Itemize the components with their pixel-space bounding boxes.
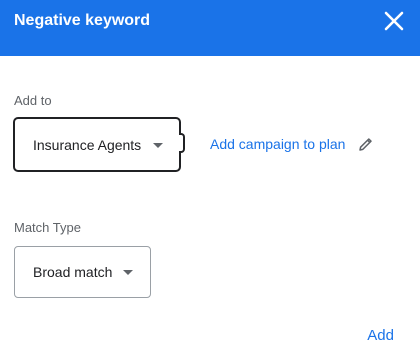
chevron-down-icon bbox=[153, 142, 163, 148]
close-icon bbox=[384, 11, 404, 31]
select-edge-notch bbox=[179, 133, 185, 153]
campaign-select-value: Insurance Agents bbox=[33, 136, 142, 153]
add-to-label: Add to bbox=[14, 93, 52, 108]
edit-button[interactable] bbox=[358, 136, 374, 152]
chevron-down-icon bbox=[123, 270, 133, 275]
pencil-icon bbox=[359, 138, 372, 151]
add-campaign-to-plan-link[interactable]: Add campaign to plan bbox=[210, 136, 345, 152]
campaign-select[interactable]: Insurance Agents bbox=[13, 117, 185, 172]
match-type-label: Match Type bbox=[14, 220, 81, 235]
add-button[interactable]: Add bbox=[367, 327, 394, 344]
close-button[interactable] bbox=[382, 9, 406, 33]
dialog-header: Negative keyword bbox=[0, 0, 420, 56]
dialog-title: Negative keyword bbox=[14, 12, 151, 29]
match-type-select-value: Broad match bbox=[33, 264, 113, 280]
match-type-select[interactable]: Broad match bbox=[14, 246, 151, 298]
negative-keyword-dialog: Negative keyword Add to Insurance Agents… bbox=[0, 0, 420, 356]
